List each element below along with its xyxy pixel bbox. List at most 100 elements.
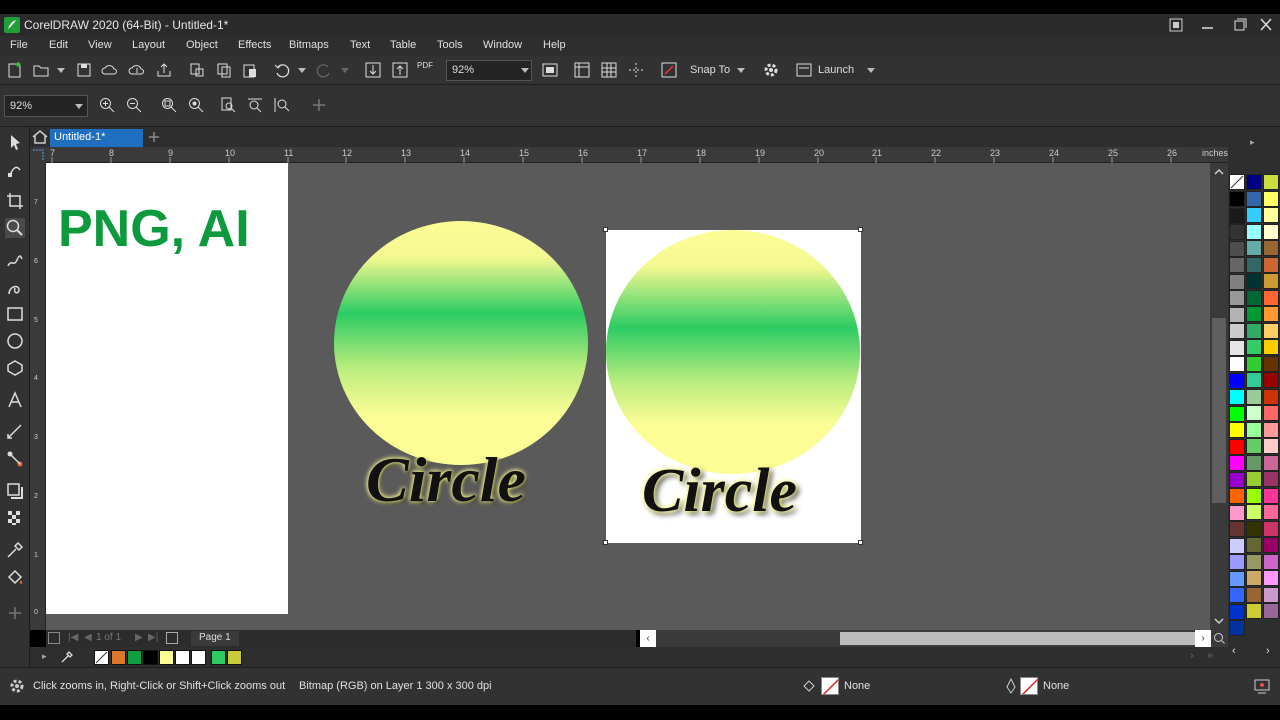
palette-swatch[interactable] [1229,290,1245,306]
palette-swatch[interactable] [1229,422,1245,438]
palette-swatch[interactable] [1263,553,1279,570]
doc-swatch[interactable] [159,650,174,665]
palette-swatch[interactable] [1263,603,1279,619]
launch-app-icon[interactable] [795,61,813,79]
selection-handle[interactable] [603,540,608,545]
palette-swatch[interactable] [1229,488,1245,504]
palette-swatch[interactable] [1246,553,1262,570]
add-tool-icon[interactable] [5,603,25,623]
connector-tool-icon[interactable] [5,449,25,469]
palette-swatch[interactable] [1246,454,1262,471]
palette-swatch[interactable] [1246,405,1262,421]
palette-swatch[interactable] [1263,306,1279,322]
palette-swatch[interactable] [1246,504,1262,520]
palette-expand-icon[interactable]: ▸ [42,651,47,662]
save-icon[interactable] [75,61,93,79]
palette-swatch[interactable] [1246,438,1262,454]
menu-layout[interactable]: Layout [132,39,165,51]
palette-swatch[interactable] [1229,389,1245,405]
menu-edit[interactable]: Edit [49,39,68,51]
redo-dropdown-icon[interactable] [341,68,349,73]
interactive-fill-tool-icon[interactable] [5,568,25,588]
palette-swatch[interactable] [1263,223,1279,240]
scroll-right-icon[interactable]: › [1195,630,1211,647]
zoom-to-page-height-icon[interactable] [273,96,291,114]
menu-tools[interactable]: Tools [437,39,463,51]
palette-swatch[interactable] [1246,471,1262,487]
palette-swatch[interactable] [1246,256,1262,273]
doc-swatch-none[interactable] [94,650,109,665]
palette-swatch[interactable] [1246,603,1262,619]
bitmap-object[interactable]: Circle [603,227,863,545]
palette-swatch[interactable] [1263,471,1279,487]
palette-swatch[interactable] [1263,372,1279,388]
palette-swatch[interactable] [1246,240,1262,256]
add-page-icon[interactable] [166,632,178,644]
menu-object[interactable]: Object [186,39,218,51]
zoom-to-all-objects-icon[interactable] [187,96,205,114]
zoom-to-selected-icon[interactable] [160,96,178,114]
tab-untitled-1[interactable]: Untitled-1* [50,129,143,147]
paste-icon[interactable] [241,61,259,79]
palette-swatch[interactable] [1263,289,1279,306]
palette-swatch[interactable] [1263,504,1279,520]
open-dropdown-icon[interactable] [57,68,65,73]
snap-off-icon[interactable] [660,61,678,79]
scroll-up-icon[interactable] [1213,166,1225,178]
cloud-sync-icon[interactable] [128,61,146,79]
undo-dropdown-icon[interactable] [298,68,306,73]
snap-dropdown-icon[interactable] [737,68,745,73]
palette-swatch[interactable] [1229,504,1245,521]
palette-swatch[interactable] [1229,603,1245,620]
copy-icon[interactable] [215,61,233,79]
palette-swatch[interactable] [1263,537,1279,553]
palette-swatch[interactable] [1229,257,1245,273]
cut-icon[interactable] [188,61,206,79]
palette-swatch[interactable] [1263,405,1279,421]
page-text-png-ai[interactable]: PNG, AI [58,199,250,259]
palette-swatch[interactable] [1229,620,1245,636]
show-guidelines-icon[interactable] [627,61,645,79]
palette-swatch[interactable] [1246,586,1262,603]
menu-bitmaps[interactable]: Bitmaps [289,39,329,51]
freehand-tool-icon[interactable] [5,251,25,271]
zoom-in-icon[interactable] [98,96,116,114]
snap-to-button[interactable]: Snap To [690,64,730,76]
home-icon[interactable] [32,130,48,144]
palette-swatch[interactable] [1246,487,1262,504]
undo-icon[interactable] [273,61,291,79]
palette-swatch[interactable] [1246,570,1262,586]
cloud-upload-icon[interactable] [101,61,119,79]
palette-swatch[interactable] [1263,322,1279,339]
palette-swatch[interactable] [1246,372,1262,388]
first-page-icon[interactable]: |◀ [68,632,78,643]
palette-swatch[interactable] [1229,471,1245,488]
status-settings-gear-icon[interactable] [8,677,26,695]
doc-swatch[interactable] [175,650,190,665]
circle-script-label-left[interactable]: Circle [366,443,526,517]
scroll-down-icon[interactable] [1213,615,1225,627]
close-button[interactable] [1252,14,1280,36]
palette-expand-right-icon[interactable]: » [1207,650,1213,662]
fill-none-swatch[interactable] [821,677,839,695]
export-file-icon[interactable] [391,61,409,79]
show-grid-icon[interactable] [600,61,618,79]
document-page[interactable]: : PNG, AI [46,163,288,614]
palette-scroll-left-icon[interactable]: ‹ [1232,645,1236,657]
menu-window[interactable]: Window [483,39,522,51]
palette-swatch[interactable] [1263,174,1279,190]
horizontal-scrollbar[interactable]: ‹ › [640,630,1228,647]
palette-swatch[interactable] [1229,405,1245,422]
page-options-icon[interactable] [48,632,60,644]
export-icon[interactable] [155,61,173,79]
palette-swatch[interactable] [1263,487,1279,504]
crop-tool-icon[interactable] [5,191,25,211]
palette-swatch[interactable] [1229,207,1245,224]
menu-file[interactable]: File [10,39,28,51]
palette-swatch[interactable] [1229,323,1245,339]
doc-swatch[interactable] [211,650,226,665]
zoom-tool-icon[interactable] [5,218,25,238]
ruler-origin-icon[interactable] [30,147,46,163]
palette-swatch[interactable] [1263,421,1279,438]
palette-swatch[interactable] [1246,174,1262,190]
